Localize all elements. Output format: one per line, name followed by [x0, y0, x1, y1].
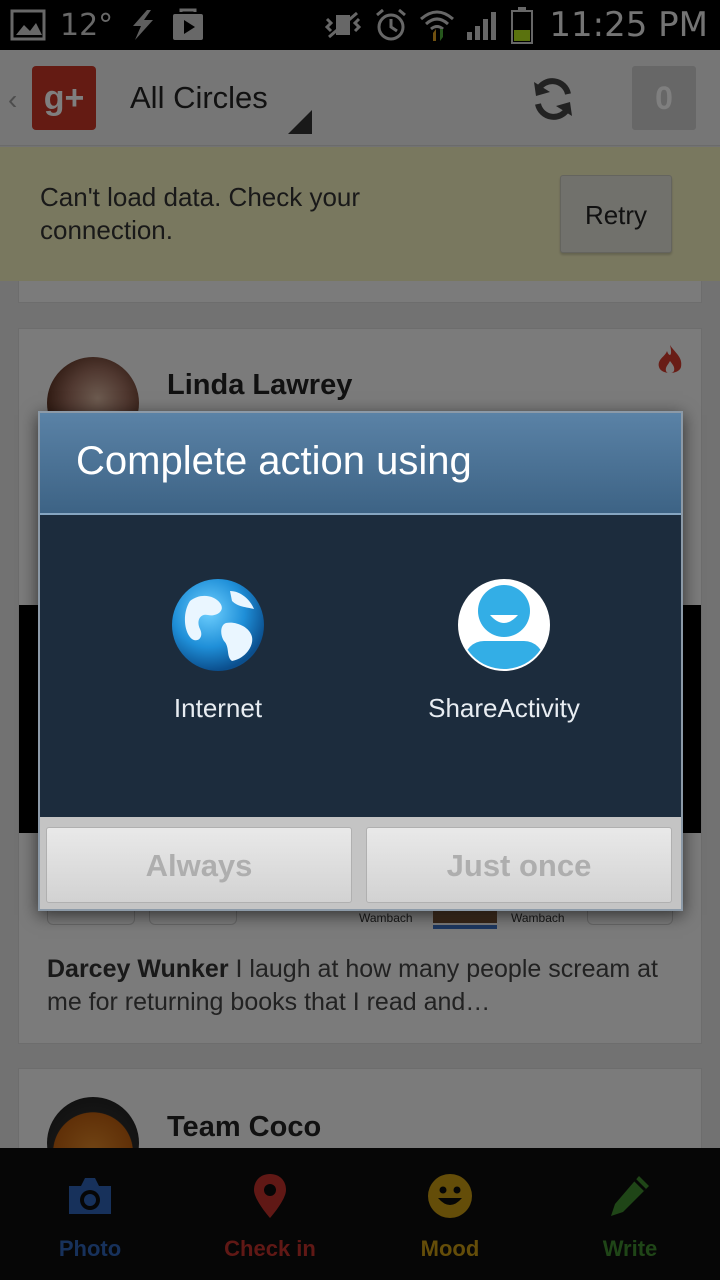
dialog-footer: Always Just once: [40, 817, 681, 909]
dialog-title: Complete action using: [76, 439, 472, 483]
just-once-button[interactable]: Just once: [366, 827, 672, 903]
always-button[interactable]: Always: [46, 827, 352, 903]
complete-action-dialog: Complete action using Internet ShareActi…: [38, 411, 683, 911]
app-option-internet[interactable]: Internet: [98, 577, 338, 724]
person-icon: [458, 579, 550, 671]
app-label: Internet: [173, 693, 263, 723]
dialog-header: Complete action using: [40, 413, 681, 515]
globe-icon: [172, 579, 264, 671]
app-label: ShareActivity: [428, 693, 580, 723]
app-option-shareactivity[interactable]: ShareActivity: [384, 577, 624, 724]
